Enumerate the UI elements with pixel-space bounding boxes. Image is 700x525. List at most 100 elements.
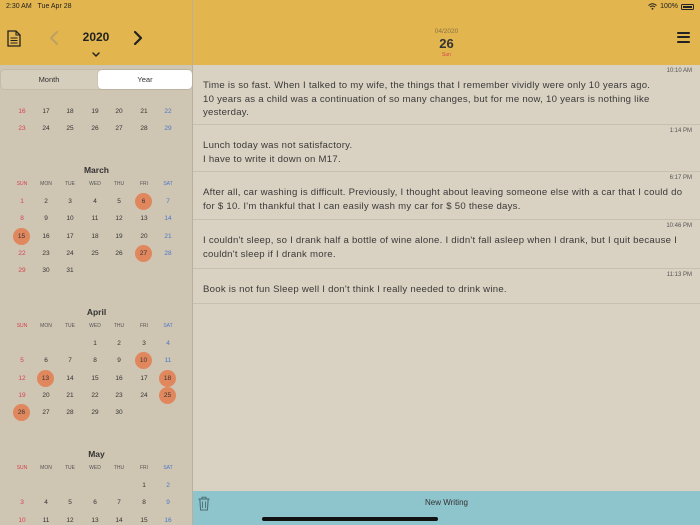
calendar-day[interactable]: 19 [13, 387, 31, 404]
calendar-day[interactable]: 23 [37, 245, 55, 262]
entry-item[interactable]: 11:13 PM Book is not fun Sleep well I do… [193, 269, 700, 304]
calendar-day[interactable]: 21 [159, 228, 177, 245]
calendar-day[interactable]: 15 [135, 512, 153, 525]
calendar-day[interactable]: 6 [135, 193, 152, 210]
calendar-day[interactable]: 12 [61, 512, 79, 525]
calendar-day[interactable]: 20 [110, 103, 128, 120]
segment-month[interactable]: Month [1, 70, 97, 89]
calendar-day[interactable]: 21 [135, 103, 153, 120]
calendar-day[interactable]: 31 [61, 262, 79, 279]
calendar-day[interactable]: 19 [110, 228, 128, 245]
calendar-day[interactable]: 8 [13, 210, 31, 227]
calendar-day[interactable]: 4 [37, 494, 55, 511]
calendar-day[interactable]: 22 [159, 103, 177, 120]
calendar-day[interactable]: 5 [13, 352, 31, 369]
calendar-day[interactable]: 22 [13, 245, 31, 262]
calendar-day[interactable]: 7 [110, 494, 128, 511]
calendar-day[interactable]: 26 [86, 120, 104, 137]
calendar-day[interactable]: 29 [159, 120, 177, 137]
calendar-day[interactable]: 28 [135, 120, 153, 137]
calendar-day[interactable]: 16 [159, 512, 177, 525]
calendar-day[interactable]: 16 [37, 228, 55, 245]
calendar-day[interactable]: 16 [110, 370, 128, 387]
calendar-day[interactable]: 25 [86, 245, 104, 262]
document-icon[interactable] [7, 30, 21, 47]
calendar-day[interactable]: 1 [135, 477, 153, 494]
calendar-day[interactable]: 3 [61, 193, 79, 210]
calendar-day[interactable]: 17 [37, 103, 55, 120]
calendar-day[interactable]: 2 [37, 193, 55, 210]
calendar-day[interactable]: 2 [159, 477, 177, 494]
calendar-day[interactable]: 23 [13, 120, 31, 137]
calendar-day[interactable]: 14 [110, 512, 128, 525]
calendar-day[interactable]: 25 [61, 120, 79, 137]
calendar-day[interactable]: 3 [135, 335, 153, 352]
calendar-day[interactable]: 24 [37, 120, 55, 137]
calendar-day[interactable]: 20 [37, 387, 55, 404]
year-label[interactable]: 2020 [66, 30, 126, 44]
entry-item[interactable]: 6:17 PM After all, car washing is diffic… [193, 172, 700, 220]
calendar-day[interactable]: 26 [110, 245, 128, 262]
new-writing-button[interactable]: New Writing [193, 498, 700, 507]
calendar-day[interactable]: 7 [61, 352, 79, 369]
calendar-day[interactable]: 16 [13, 103, 31, 120]
calendar-day[interactable]: 9 [159, 494, 177, 511]
calendar-day[interactable]: 2 [110, 335, 128, 352]
calendar-day[interactable]: 4 [86, 193, 104, 210]
calendar-day[interactable]: 4 [159, 335, 177, 352]
calendar-day[interactable]: 19 [86, 103, 104, 120]
calendar-day[interactable]: 10 [61, 210, 79, 227]
calendar-day[interactable]: 8 [135, 494, 153, 511]
calendar-day[interactable]: 13 [37, 369, 54, 387]
calendar-day[interactable]: 11 [37, 512, 55, 525]
calendar-day[interactable]: 14 [61, 370, 79, 387]
calendar-day[interactable]: 6 [86, 494, 104, 511]
segment-year[interactable]: Year [98, 70, 192, 89]
calendar-day[interactable]: 18 [159, 369, 176, 387]
calendar-day[interactable]: 21 [61, 387, 79, 404]
calendar-day[interactable]: 11 [86, 210, 104, 227]
entry-item[interactable]: 1:14 PM Lunch today was not satisfactory… [193, 125, 700, 172]
calendar-day[interactable]: 28 [159, 245, 177, 262]
calendar-day[interactable]: 1 [86, 335, 104, 352]
calendar-day[interactable]: 18 [86, 228, 104, 245]
calendar-day[interactable]: 13 [135, 210, 153, 227]
calendar-day[interactable]: 3 [13, 494, 31, 511]
calendar-day[interactable]: 17 [135, 370, 153, 387]
calendar-day[interactable]: 12 [13, 370, 31, 387]
hamburger-menu-icon[interactable] [677, 32, 690, 43]
calendar-day[interactable]: 11 [159, 352, 177, 369]
calendar-day[interactable]: 10 [135, 352, 152, 370]
calendar-day[interactable]: 29 [13, 262, 31, 279]
calendar-day[interactable]: 5 [61, 494, 79, 511]
calendar-day[interactable]: 20 [135, 228, 153, 245]
calendar-day[interactable]: 17 [61, 228, 79, 245]
calendar-day[interactable]: 27 [110, 120, 128, 137]
calendar-day[interactable]: 27 [135, 244, 152, 262]
chevron-down-icon[interactable] [90, 51, 102, 59]
calendar-day[interactable]: 15 [86, 370, 104, 387]
calendar-day[interactable]: 24 [61, 245, 79, 262]
calendar-day[interactable]: 6 [37, 352, 55, 369]
calendar-day[interactable]: 10 [13, 512, 31, 525]
calendar-day[interactable]: 24 [135, 387, 153, 404]
calendar-day[interactable]: 29 [86, 404, 104, 421]
calendar-day[interactable]: 22 [86, 387, 104, 404]
calendar-day[interactable]: 23 [110, 387, 128, 404]
calendar-day[interactable]: 8 [86, 352, 104, 369]
calendar-day[interactable]: 30 [37, 262, 55, 279]
calendar-day[interactable]: 12 [110, 210, 128, 227]
chevron-left-icon[interactable] [47, 29, 61, 47]
entry-item[interactable]: 10:10 AM Time is so fast. When I talked … [193, 65, 700, 125]
entry-item[interactable]: 10:46 PM I couldn't sleep, so I drank ha… [193, 220, 700, 269]
calendar-day[interactable]: 27 [37, 404, 55, 421]
calendar-day[interactable]: 9 [110, 352, 128, 369]
calendar-day[interactable]: 7 [159, 193, 177, 210]
calendar-day[interactable]: 9 [37, 210, 55, 227]
calendar-day[interactable]: 25 [159, 386, 176, 404]
calendar-day[interactable]: 18 [61, 103, 79, 120]
calendar-day[interactable]: 15 [13, 227, 30, 245]
calendar-day[interactable]: 30 [110, 404, 128, 421]
calendar-day[interactable]: 26 [13, 404, 30, 422]
calendar-day[interactable]: 5 [110, 193, 128, 210]
